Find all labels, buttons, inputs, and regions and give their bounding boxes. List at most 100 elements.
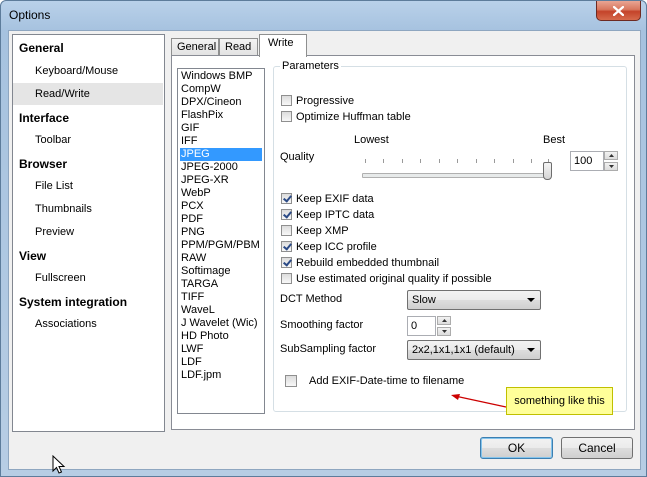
tab-write[interactable]: Write xyxy=(259,34,307,57)
mouse-cursor-icon xyxy=(52,455,66,474)
format-item[interactable]: JPEG-2000 xyxy=(180,161,262,174)
format-item[interactable]: PPM/PGM/PBM xyxy=(180,239,262,252)
format-item[interactable]: CompW xyxy=(180,83,262,96)
smoothing-input[interactable]: 0 xyxy=(407,316,436,336)
format-item[interactable]: FlashPix xyxy=(180,109,262,122)
quality-spinner[interactable] xyxy=(604,151,618,171)
checkbox-box[interactable] xyxy=(281,273,292,284)
quality-slider-track[interactable] xyxy=(362,173,550,178)
estimated-quality-label: Use estimated original quality if possib… xyxy=(296,272,492,285)
format-item[interactable]: LDF.jpm xyxy=(180,369,262,382)
annotation-arrow-icon xyxy=(451,394,507,408)
format-item[interactable]: HD Photo xyxy=(180,330,262,343)
quality-input[interactable]: 100 xyxy=(570,151,604,171)
nav-item-associations[interactable]: Associations xyxy=(13,313,163,335)
rebuild-thumbnail-checkbox[interactable]: Rebuild embedded thumbnail xyxy=(281,255,439,270)
subsampling-select[interactable]: 2x2,1x1,1x1 (default) xyxy=(407,340,541,360)
keep-icc-label: Keep ICC profile xyxy=(296,240,377,253)
nav-item-file-list[interactable]: File List xyxy=(13,175,163,197)
nav-section-system-integration[interactable]: System integration xyxy=(19,295,127,309)
quality-value: 100 xyxy=(574,155,593,167)
optimize-huffman-label: Optimize Huffman table xyxy=(296,110,411,123)
quality-slider-thumb[interactable] xyxy=(543,162,552,180)
nav-section-browser[interactable]: Browser xyxy=(19,157,67,171)
checkbox-box[interactable] xyxy=(281,95,292,106)
format-item[interactable]: LDF xyxy=(180,356,262,369)
format-item[interactable]: TIFF xyxy=(180,291,262,304)
nav-item-preview[interactable]: Preview xyxy=(13,221,163,243)
checkbox-box[interactable] xyxy=(281,225,292,236)
format-item[interactable]: PDF xyxy=(180,213,262,226)
tab-general[interactable]: General xyxy=(171,38,219,55)
options-window: Options General Keyboard/Mouse Read/Writ… xyxy=(0,0,647,477)
keep-xmp-label: Keep XMP xyxy=(296,224,349,237)
format-item[interactable]: PCX xyxy=(180,200,262,213)
nav-section-general[interactable]: General xyxy=(19,41,64,55)
keep-xmp-checkbox[interactable]: Keep XMP xyxy=(281,223,349,238)
ok-button[interactable]: OK xyxy=(480,437,553,459)
keep-iptc-label: Keep IPTC data xyxy=(296,208,375,221)
format-item[interactable]: TARGA xyxy=(180,278,262,291)
category-nav: General Keyboard/Mouse Read/Write Interf… xyxy=(12,34,165,432)
format-item[interactable]: J Wavelet (Wic) xyxy=(180,317,262,330)
nav-item-toolbar[interactable]: Toolbar xyxy=(13,129,163,151)
format-item[interactable]: GIF xyxy=(180,122,262,135)
window-title: Options xyxy=(9,8,51,22)
nav-item-thumbnails[interactable]: Thumbnails xyxy=(13,198,163,220)
format-item[interactable]: PNG xyxy=(180,226,262,239)
tab-read[interactable]: Read xyxy=(219,38,258,55)
quality-label: Quality xyxy=(280,151,315,163)
checkbox-box[interactable] xyxy=(281,241,292,252)
spin-down-button[interactable] xyxy=(437,327,451,336)
parameters-group: Parameters Progressive Optimize Huffman … xyxy=(273,60,627,412)
dct-method-select[interactable]: Slow xyxy=(407,290,541,310)
format-item[interactable]: Windows BMP xyxy=(180,70,262,83)
spin-up-button[interactable] xyxy=(604,151,618,160)
format-list[interactable]: Windows BMP CompW DPX/Cineon FlashPix GI… xyxy=(177,68,265,414)
progressive-label: Progressive xyxy=(296,94,355,107)
format-item[interactable]: Softimage xyxy=(180,265,262,278)
title-bar[interactable]: Options xyxy=(1,1,646,30)
keep-exif-label: Keep EXIF data xyxy=(296,192,374,205)
format-item[interactable]: LWF xyxy=(180,343,262,356)
nav-section-view[interactable]: View xyxy=(19,249,46,263)
chevron-down-icon xyxy=(527,348,535,352)
optimize-huffman-checkbox[interactable]: Optimize Huffman table xyxy=(281,109,411,124)
nav-section-interface[interactable]: Interface xyxy=(19,111,69,125)
format-item[interactable]: RAW xyxy=(180,252,262,265)
close-icon xyxy=(613,5,624,16)
smoothing-label: Smoothing factor xyxy=(280,319,364,331)
subsampling-value: 2x2,1x1,1x1 (default) xyxy=(412,344,515,356)
format-item[interactable]: WaveL xyxy=(180,304,262,317)
format-item[interactable]: DPX/Cineon xyxy=(180,96,262,109)
cancel-button[interactable]: Cancel xyxy=(561,437,633,459)
keep-iptc-checkbox[interactable]: Keep IPTC data xyxy=(281,207,374,222)
spin-up-button[interactable] xyxy=(437,316,451,325)
format-item[interactable]: JPEG-XR xyxy=(180,174,262,187)
checkbox-box[interactable] xyxy=(281,193,292,204)
estimated-quality-checkbox[interactable]: Use estimated original quality if possib… xyxy=(281,271,492,286)
nav-item-keyboard-mouse[interactable]: Keyboard/Mouse xyxy=(13,60,163,82)
chevron-down-icon xyxy=(527,298,535,302)
smoothing-spinner[interactable] xyxy=(437,316,451,336)
keep-exif-checkbox[interactable]: Keep EXIF data xyxy=(281,191,374,206)
keep-icc-checkbox[interactable]: Keep ICC profile xyxy=(281,239,377,254)
exif-date-checkbox[interactable]: Add EXIF-Date-time to filename xyxy=(285,373,464,388)
format-item[interactable]: WebP xyxy=(180,187,262,200)
quality-min-label: Lowest xyxy=(354,134,389,146)
checkbox-box[interactable] xyxy=(281,257,292,268)
checkbox-box[interactable] xyxy=(281,209,292,220)
nav-item-read-write[interactable]: Read/Write xyxy=(13,83,163,105)
nav-item-fullscreen[interactable]: Fullscreen xyxy=(13,267,163,289)
format-item[interactable]: IFF xyxy=(180,135,262,148)
checkbox-box[interactable] xyxy=(281,111,292,122)
spin-down-button[interactable] xyxy=(604,162,618,171)
arrow-down-icon xyxy=(441,330,447,333)
progressive-checkbox[interactable]: Progressive xyxy=(281,93,354,108)
dct-method-value: Slow xyxy=(412,294,436,306)
format-item-selected[interactable]: JPEG xyxy=(180,148,262,161)
close-button[interactable] xyxy=(596,1,641,21)
checkbox-box[interactable] xyxy=(285,374,297,387)
arrow-down-icon xyxy=(608,165,614,168)
subsampling-label: SubSampling factor xyxy=(280,343,376,355)
